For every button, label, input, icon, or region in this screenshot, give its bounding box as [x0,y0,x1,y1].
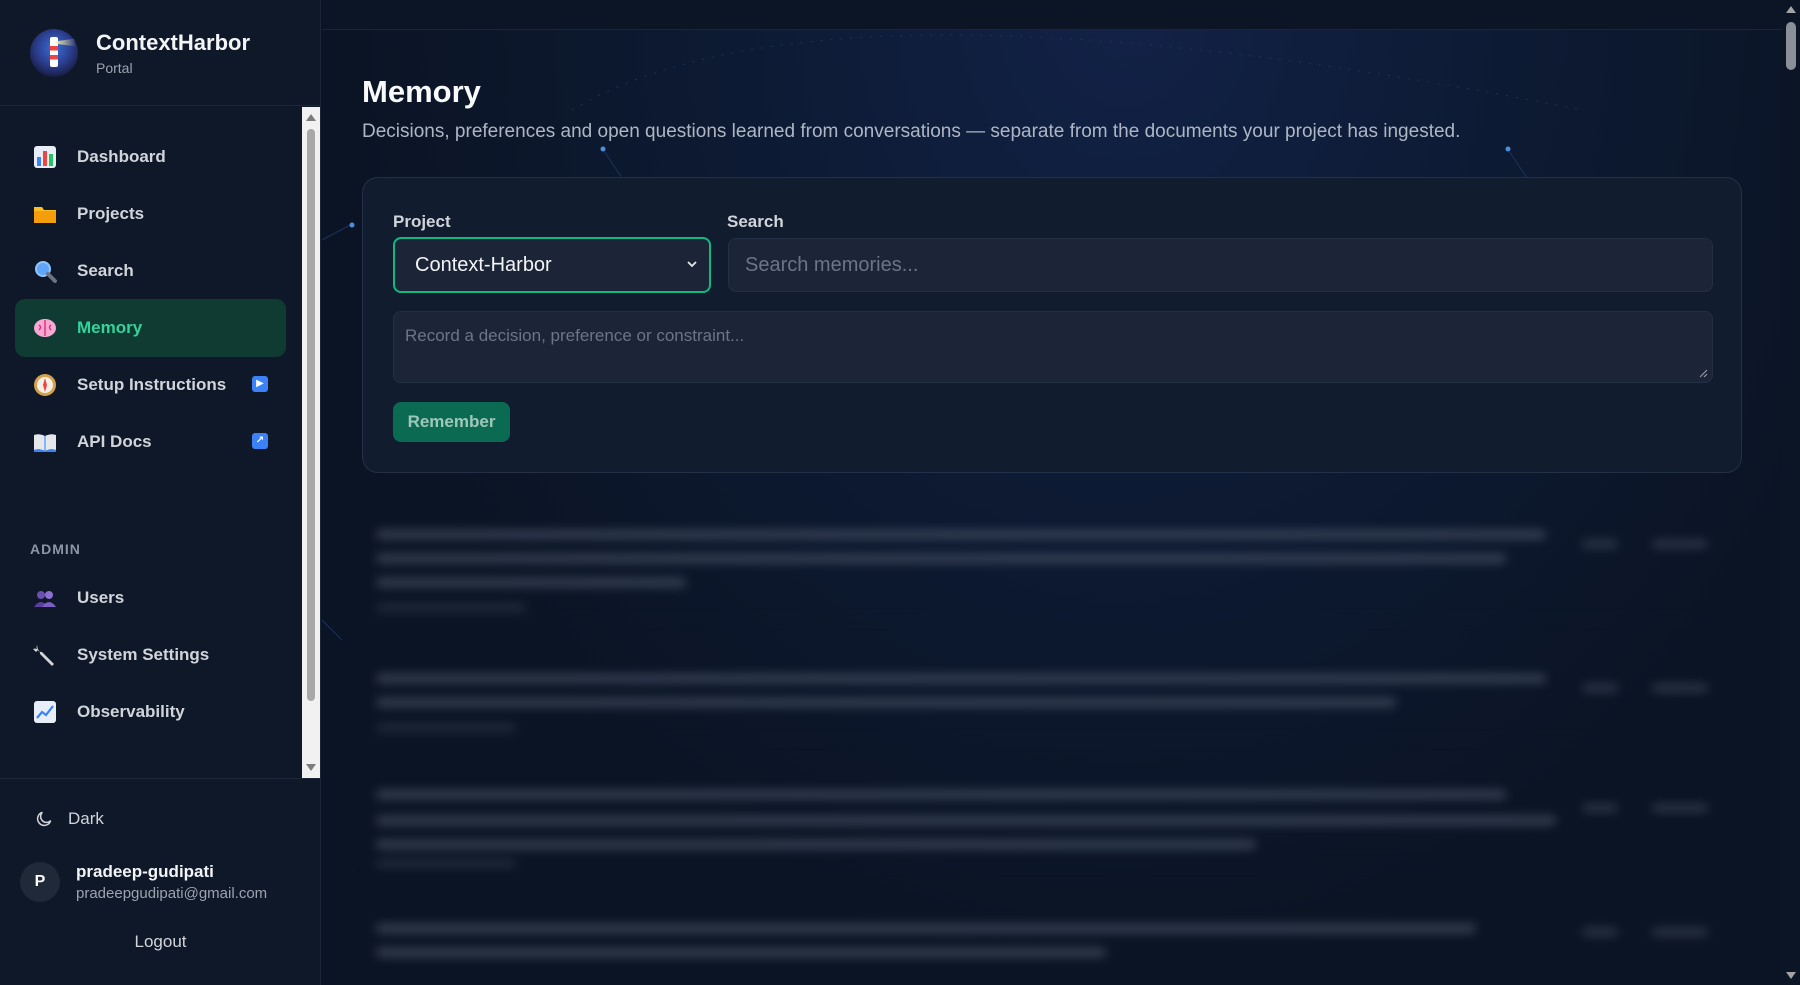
list-item[interactable] [362,620,1742,740]
search-label: Search [727,212,784,231]
sidebar-item-label: Setup Instructions [77,375,227,394]
brain-icon [33,316,57,340]
lighthouse-logo-icon [30,28,78,77]
scroll-down-arrow-icon[interactable] [1786,972,1796,979]
list-item[interactable] [362,500,1742,620]
external-link-icon: ↗ [252,433,268,449]
scrollbar-thumb[interactable] [307,129,315,701]
book-icon [33,430,57,454]
sidebar-item-label: Search [77,261,134,280]
sidebar-item-users[interactable]: Users [15,569,286,627]
magnifier-icon [33,259,57,283]
page-scrollbar[interactable] [1782,0,1800,985]
memory-form-card: Project Context-Harbor Search Search mem… [362,177,1742,473]
scroll-up-arrow-icon[interactable] [306,114,316,121]
brand-subtitle: Portal [96,59,133,76]
project-select[interactable]: Context-Harbor [393,237,711,293]
record-memory-textarea[interactable]: Record a decision, preference or constra… [393,311,1713,383]
page-description: Decisions, preferences and open question… [362,121,1461,142]
user-name: pradeep-gudipati [76,862,214,881]
project-label: Project [393,212,451,231]
sidebar-item-projects[interactable]: Projects [15,185,286,243]
sidebar-item-setup-instructions[interactable]: Setup Instructions ▶ [15,356,286,414]
chevron-down-icon [687,261,697,268]
line-chart-icon [33,700,57,724]
resize-grip-icon[interactable] [1698,368,1708,378]
theme-toggle[interactable]: Dark [34,809,104,829]
play-icon: ▶ [252,376,268,392]
main-content: Memory Decisions, preferences and open q… [322,0,1782,985]
remember-button[interactable]: Remember [393,402,510,442]
sidebar-scrollbar[interactable] [302,107,320,778]
brand-title: ContextHarbor [96,29,251,55]
brand: ContextHarbor Portal [0,0,320,106]
record-placeholder: Record a decision, preference or constra… [405,326,745,345]
sidebar-footer: Dark P pradeep-gudipati pradeepgudipati@… [0,778,321,985]
users-icon [33,586,57,610]
wrench-icon [33,643,57,667]
sidebar-item-observability[interactable]: Observability [15,683,286,741]
sidebar-item-label: Dashboard [77,147,166,166]
sidebar-item-search[interactable]: Search [15,242,286,300]
scroll-up-arrow-icon[interactable] [1786,6,1796,13]
memory-list [362,500,1742,985]
scroll-down-arrow-icon[interactable] [306,764,316,771]
moon-icon [36,811,52,827]
sidebar-item-system-settings[interactable]: System Settings [15,626,286,684]
user-email: pradeepgudipati@gmail.com [76,885,268,902]
folder-icon [33,202,57,226]
bar-chart-icon [33,145,57,169]
search-placeholder: Search memories... [745,253,919,276]
sidebar-item-dashboard[interactable]: Dashboard [15,128,286,186]
project-select-value: Context-Harbor [415,253,552,276]
list-item[interactable] [362,740,1742,867]
sidebar-item-label: Users [77,588,125,607]
sidebar-item-label: Projects [77,204,145,223]
top-bar [322,0,1782,30]
theme-label: Dark [68,809,104,828]
list-item[interactable] [362,866,1742,985]
sidebar: ContextHarbor Portal Dashboard Projects … [0,0,321,985]
user-profile: P pradeep-gudipati pradeepgudipati@gmail… [20,862,267,902]
sidebar-item-label: API Docs [77,432,152,451]
search-input[interactable]: Search memories... [728,238,1713,292]
logout-button[interactable]: Logout [0,932,321,952]
sidebar-item-label: System Settings [77,645,210,664]
admin-section-label: ADMIN [30,541,81,557]
compass-icon [33,373,57,397]
sidebar-item-label: Observability [77,702,185,721]
sidebar-item-api-docs[interactable]: API Docs ↗ [15,413,286,471]
scrollbar-thumb[interactable] [1786,22,1796,70]
avatar: P [20,862,60,902]
page-title: Memory [362,74,481,109]
sidebar-nav: Dashboard Projects Search Memory Setup I… [0,107,321,778]
sidebar-item-label: Memory [77,318,143,337]
sidebar-item-memory[interactable]: Memory [15,299,286,357]
